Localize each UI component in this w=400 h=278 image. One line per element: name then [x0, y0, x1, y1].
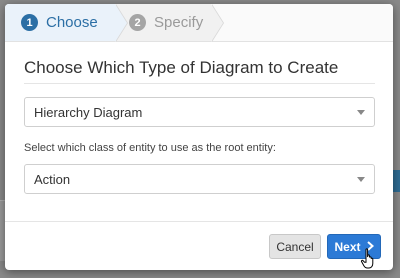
step-separator — [115, 4, 127, 42]
caret-down-icon — [357, 177, 365, 182]
step-number-badge: 2 — [129, 14, 146, 31]
step-separator — [211, 4, 223, 42]
title-divider — [24, 83, 375, 84]
wizard-step-specify[interactable]: 2 Specify — [115, 4, 211, 41]
next-button-label: Next — [334, 239, 361, 254]
root-entity-value: Action — [34, 171, 71, 187]
step-label: Choose — [46, 14, 98, 31]
footer-divider — [5, 221, 393, 222]
wizard-steps: 1 Choose 2 Specify — [5, 4, 393, 42]
caret-down-icon — [357, 110, 365, 115]
background-page-accent — [392, 170, 400, 192]
create-diagram-dialog: 1 Choose 2 Specify Choose Which Type of … — [5, 4, 393, 270]
wizard-step-choose[interactable]: 1 Choose — [5, 4, 115, 41]
root-entity-select[interactable]: Action — [24, 164, 375, 194]
cancel-button[interactable]: Cancel — [269, 234, 321, 259]
diagram-type-select[interactable]: Hierarchy Diagram — [24, 97, 375, 127]
root-entity-label: Select which class of entity to use as t… — [24, 142, 276, 154]
step-number-badge: 1 — [21, 14, 38, 31]
diagram-type-value: Hierarchy Diagram — [34, 104, 143, 120]
hand-pointer-cursor-icon — [360, 248, 374, 269]
step-label: Specify — [154, 14, 204, 31]
dialog-title: Choose Which Type of Diagram to Create — [24, 58, 339, 77]
